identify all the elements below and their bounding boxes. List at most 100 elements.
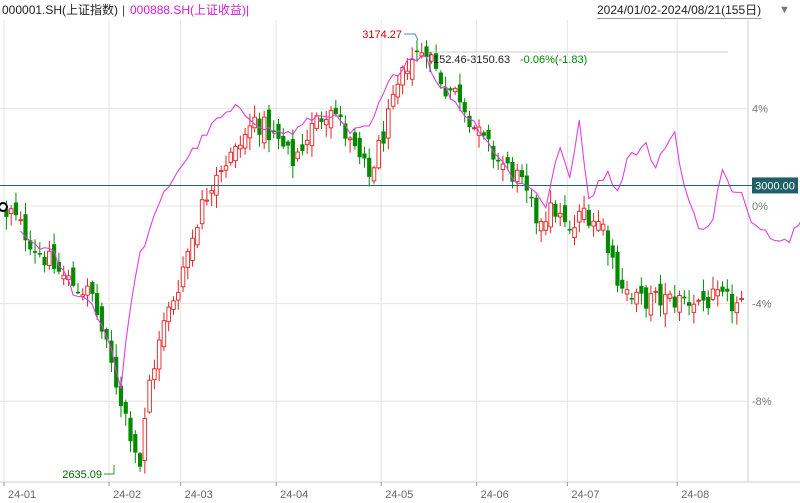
y-tick-label: 4% — [752, 103, 768, 115]
candle-body-down — [300, 144, 305, 152]
candle-body-down — [290, 139, 295, 166]
candle-body-down — [586, 210, 591, 226]
candle-body-down — [32, 251, 38, 253]
candle-body-down — [610, 245, 615, 258]
candle-body-down — [133, 434, 138, 453]
candle-body-down — [615, 251, 620, 286]
candle-body-up — [667, 293, 673, 299]
candle-layer — [4, 40, 744, 474]
candle-body-up — [696, 299, 701, 302]
candle-body-down — [729, 293, 735, 312]
y-tick-label: -8% — [752, 396, 772, 408]
x-tick-label: 24-06 — [481, 489, 509, 501]
candle-body-down — [644, 287, 649, 309]
candle-body-up — [405, 70, 410, 75]
candle-body-up — [577, 210, 582, 223]
candle-body-down — [505, 157, 510, 164]
candle-body-down — [658, 283, 663, 306]
candle-body-up — [180, 266, 186, 288]
candle-body-up — [514, 169, 520, 183]
candle-body-down — [281, 135, 286, 147]
candle-body-up — [147, 379, 152, 413]
x-tick-label: 24-02 — [113, 489, 141, 501]
candle-body-up — [395, 83, 401, 98]
candle-body-up — [715, 289, 720, 297]
candle-body-up — [171, 300, 176, 310]
secondary-series-line — [20, 54, 800, 389]
x-tick-label: 24-01 — [8, 489, 36, 501]
candle-body-up — [409, 59, 415, 80]
candle-body-up — [209, 190, 214, 194]
candle-body-up — [328, 110, 334, 129]
candle-body-up — [18, 219, 23, 222]
candle-body-up — [634, 291, 639, 305]
candle-body-down — [534, 197, 539, 224]
candle-body-down — [438, 72, 443, 85]
high-annotation: 3174.27 — [362, 29, 402, 41]
candle-body-up — [390, 93, 396, 107]
x-tick-label: 24-05 — [385, 489, 413, 501]
candle-body-up — [304, 139, 310, 145]
candle-body-down — [629, 298, 634, 300]
candle-body-up — [176, 292, 181, 301]
crosshair-layer — [0, 202, 8, 212]
candle-body-down — [524, 175, 529, 191]
x-tick-label: 24-04 — [280, 489, 308, 501]
candle-body-up — [386, 108, 391, 139]
candle-body-down — [128, 417, 133, 442]
candle-body-down — [266, 109, 272, 140]
candle-body-up — [600, 223, 606, 231]
candle-body-up — [543, 221, 549, 231]
candle-body-up — [653, 290, 658, 293]
cursor-marker — [0, 202, 8, 212]
candle-body-up — [166, 306, 171, 323]
candle-body-down — [137, 453, 143, 467]
x-tick-label: 24-07 — [571, 489, 599, 501]
candle-body-up — [61, 274, 66, 280]
candle-body-down — [109, 340, 114, 363]
candle-body-down — [462, 102, 467, 113]
candle-body-down — [95, 293, 100, 316]
candle-body-down — [701, 291, 706, 301]
candle-body-down — [367, 157, 372, 177]
candle-body-down — [414, 50, 420, 53]
low-annotation: 2635.09 — [62, 469, 102, 481]
candle-body-up — [572, 227, 577, 239]
candle-body-up — [204, 199, 210, 202]
candle-body-down — [605, 230, 611, 254]
candle-body-down — [486, 129, 491, 140]
reference-line-layer: 3000.00 — [0, 177, 798, 194]
candle-body-down — [71, 267, 76, 286]
candle-body-down — [75, 291, 81, 294]
candle-body-up — [734, 302, 740, 314]
candle-body-down — [519, 170, 525, 178]
y-tick-label: 0% — [752, 201, 768, 213]
candle-body-down — [672, 296, 677, 308]
candle-body-up — [218, 170, 224, 173]
candle-body-down — [352, 132, 357, 147]
price-chart: 4% 0% -4% -8% 24-01 24-02 24-03 24-04 24-05 24-06… — [0, 20, 800, 501]
candle-body-up — [233, 145, 238, 162]
candle-body-down — [529, 196, 534, 199]
candle-body-down — [285, 141, 291, 146]
candle-body-down — [481, 132, 486, 136]
candle-body-up — [324, 119, 329, 126]
candle-body-down — [362, 153, 367, 159]
candle-body-up — [472, 127, 477, 130]
candle-body-up — [548, 202, 553, 228]
candle-body-up — [161, 320, 167, 348]
x-tick-label: 24-08 — [681, 489, 709, 501]
candle-body-up — [199, 199, 205, 225]
candle-body-up — [85, 285, 90, 296]
candle-body-down — [562, 205, 568, 223]
candle-body-down — [118, 385, 124, 407]
candle-body-up — [677, 295, 682, 313]
candle-body-down — [706, 296, 711, 309]
axis-layer: 4% 0% -4% -8% 24-01 24-02 24-03 24-04 24-05 24-06… — [3, 103, 772, 501]
candle-body-down — [496, 159, 501, 162]
interval-change-text: -0.06%(-1.83) — [520, 54, 587, 66]
candle-body-down — [725, 288, 730, 292]
candle-body-up — [376, 139, 382, 169]
candle-body-up — [624, 289, 630, 295]
candle-body-up — [581, 207, 587, 221]
